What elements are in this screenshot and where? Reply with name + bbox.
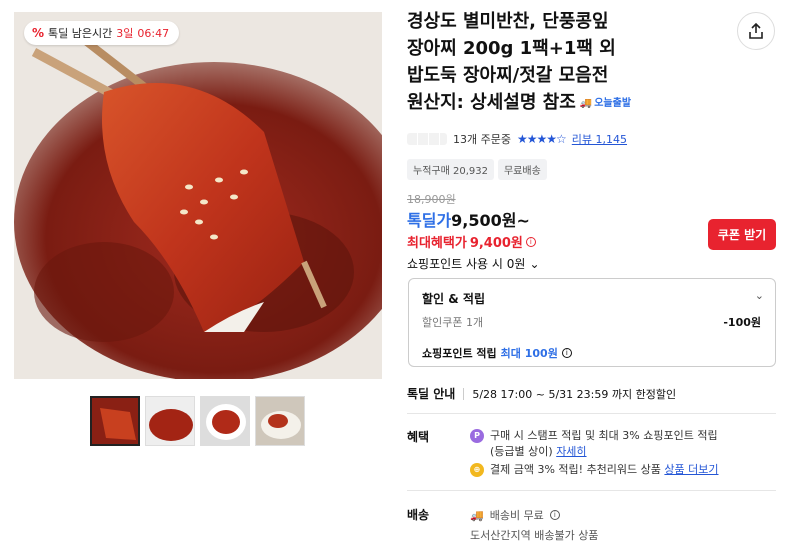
tag-purchases: 누적구매 20,932 bbox=[407, 159, 494, 180]
points-use-dropdown[interactable]: 쇼핑포인트 사용 시 0원 ⌄ bbox=[407, 255, 540, 272]
truck-icon: 🚚 bbox=[579, 97, 593, 109]
more-products-link[interactable]: 상품 더보기 bbox=[664, 463, 718, 476]
discount-box[interactable]: 할인 & 적립 ⌄ 할인쿠폰 1개 -100원 쇼핑포인트 적립 최대 100원 i bbox=[408, 278, 776, 367]
chevron-down-icon[interactable]: ⌄ bbox=[755, 289, 764, 302]
thumbnail-4[interactable] bbox=[255, 396, 305, 446]
shipping-label: 배송 bbox=[407, 508, 430, 522]
shipping-fee: 🚚 배송비 무료 i bbox=[470, 507, 560, 523]
thumbnail-3[interactable] bbox=[200, 396, 250, 446]
chevron-down-icon: ⌄ bbox=[529, 256, 540, 271]
review-link[interactable]: 리뷰 1,145 bbox=[572, 131, 627, 147]
deal-info: 톡딜 안내 5/28 17:00 ~ 5/31 23:59 까지 한정할인 bbox=[407, 387, 677, 401]
thumbnail-1[interactable] bbox=[90, 396, 140, 446]
coupon-value: -100원 bbox=[723, 316, 761, 329]
product-title: 경상도 별미반찬, 단풍콩잎 장아찌 200g 1팩+1팩 외 밥도둑 장아찌/… bbox=[407, 8, 707, 117]
points-accrual: 쇼핑포인트 적립 최대 100원 i bbox=[422, 345, 572, 361]
rating-stars-icon: ★★★★☆ bbox=[516, 132, 567, 146]
stamp-icon: P bbox=[470, 429, 484, 443]
placeholder-bar bbox=[407, 133, 447, 145]
percent-icon: % bbox=[32, 26, 45, 40]
info-icon[interactable]: i bbox=[549, 510, 560, 520]
thumbnail-2[interactable] bbox=[145, 396, 195, 446]
details-link[interactable]: 자세히 bbox=[556, 445, 586, 458]
deal-period: 5/28 17:00 ~ 5/31 23:59 까지 한정할인 bbox=[472, 387, 677, 401]
timer-time: 06:47 bbox=[137, 26, 170, 40]
tag-list: 누적구매 20,932 무료배송 bbox=[407, 159, 547, 180]
sale-price-row: 톡딜가9,500원~ bbox=[407, 207, 530, 231]
order-count: 13개 주문중 bbox=[453, 133, 511, 146]
title-line: 밥도둑 장아찌/젓갈 모음전 bbox=[407, 65, 609, 86]
share-icon bbox=[749, 22, 763, 39]
divider bbox=[407, 413, 776, 414]
sale-price: 9,500원~ bbox=[451, 211, 530, 230]
product-main-image bbox=[14, 12, 382, 379]
truck-icon: 🚚 bbox=[470, 508, 484, 522]
max-benefit-price: 9,400원 bbox=[469, 236, 523, 251]
coin-icon: ⊕ bbox=[470, 463, 484, 477]
today-shipping-badge: 🚚 오늘출발 bbox=[580, 90, 631, 117]
thumbnail-strip bbox=[90, 396, 305, 446]
shipping-note: 도서산간지역 배송불가 상품 bbox=[470, 529, 599, 542]
benefit-line-2: ⊕ 결제 금액 3% 적립! 추천리워드 상품 상품 더보기 bbox=[470, 462, 719, 478]
title-line: 장아찌 200g 1팩+1팩 외 bbox=[407, 38, 616, 59]
title-line: 원산지: 상세설명 참조 🚚 오늘출발 bbox=[407, 89, 707, 117]
divider bbox=[407, 490, 776, 491]
share-button[interactable] bbox=[737, 12, 775, 50]
max-benefit-row: 최대혜택가 9,400원 i bbox=[407, 232, 536, 251]
coupon-button[interactable]: 쿠폰 받기 bbox=[708, 219, 776, 250]
benefit-line-1: P 구매 시 스탬프 적립 및 최대 3% 쇼핑포인트 적립 (등급별 상이) 자… bbox=[470, 428, 718, 460]
info-icon[interactable]: i bbox=[525, 236, 536, 247]
coupon-label: 할인쿠폰 1개 bbox=[422, 316, 484, 329]
deal-timer-badge: % 톡딜 남은시간 3일 06:47 bbox=[24, 21, 180, 45]
benefit-label: 혜택 bbox=[407, 430, 430, 444]
rating-row: 13개 주문중 ★★★★☆ 리뷰 1,145 bbox=[407, 131, 627, 147]
timer-days: 3일 bbox=[116, 27, 134, 40]
sale-label: 톡딜가 bbox=[407, 211, 452, 230]
original-price: 18,900원 bbox=[407, 193, 456, 206]
info-icon[interactable]: i bbox=[561, 348, 572, 358]
title-line: 경상도 별미반찬, 단풍콩잎 bbox=[407, 11, 609, 32]
tag-free-shipping: 무료배송 bbox=[497, 159, 547, 180]
discount-box-title: 할인 & 적립 bbox=[422, 292, 485, 306]
timer-label: 톡딜 남은시간 bbox=[48, 27, 113, 40]
